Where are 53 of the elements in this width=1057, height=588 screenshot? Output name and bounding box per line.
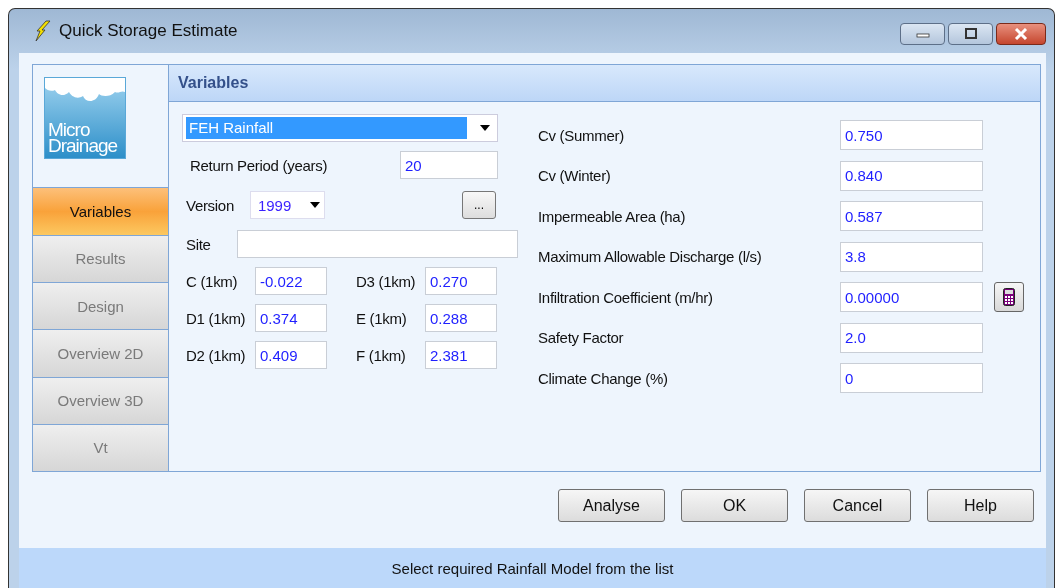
parameter-field[interactable]: 0.840 bbox=[840, 160, 983, 191]
field-label: Site bbox=[186, 235, 211, 253]
nav-tab[interactable]: Variables bbox=[33, 187, 168, 235]
caret-icon bbox=[480, 125, 490, 131]
field-label: D1 (1km) bbox=[186, 309, 247, 327]
coefficient-field[interactable]: 0.270 bbox=[425, 267, 497, 295]
return-period-field[interactable]: 20 bbox=[400, 151, 498, 179]
calculator-icon bbox=[1003, 288, 1015, 307]
dialog-button[interactable]: Cancel bbox=[804, 489, 911, 522]
dialog-button[interactable]: OK bbox=[681, 489, 788, 522]
minimize-icon bbox=[915, 30, 930, 38]
site-field[interactable] bbox=[236, 230, 518, 258]
field-label: Maximum Allowable Discharge (l/s) bbox=[538, 248, 763, 266]
caret-icon bbox=[309, 202, 320, 208]
maximize-icon bbox=[963, 28, 978, 40]
field-label: Cv (Summer) bbox=[538, 126, 625, 144]
parameter-field[interactable]: 0 bbox=[840, 363, 983, 394]
browse-button[interactable]: ... bbox=[462, 191, 496, 219]
coefficient-field[interactable]: 2.381 bbox=[425, 341, 497, 369]
field-label: Cv (Winter) bbox=[538, 167, 612, 185]
coefficient-field[interactable]: 0.374 bbox=[255, 304, 327, 332]
field-label: Climate Change (%) bbox=[538, 369, 669, 387]
field-label: D3 (1km) bbox=[356, 272, 417, 290]
window-title: Quick Storage Estimate bbox=[59, 21, 238, 41]
field-label: C (1km) bbox=[186, 272, 239, 290]
parameter-field[interactable]: 0.750 bbox=[840, 120, 983, 151]
minimize-button[interactable] bbox=[900, 23, 945, 45]
dialog-button[interactable]: Analyse bbox=[558, 489, 665, 522]
parameter-field[interactable]: 2.0 bbox=[840, 322, 983, 353]
field-label: E (1km) bbox=[356, 309, 408, 327]
parameter-field[interactable]: 3.8 bbox=[840, 241, 983, 272]
lightning-icon bbox=[35, 20, 51, 42]
field-label: D2 (1km) bbox=[186, 346, 247, 364]
field-label: Return Period (years) bbox=[190, 156, 328, 174]
coefficient-field[interactable]: -0.022 bbox=[255, 267, 327, 295]
version-dropdown[interactable]: 1999 bbox=[249, 191, 325, 219]
parameter-field[interactable]: 0.00000 bbox=[840, 282, 983, 313]
close-button[interactable] bbox=[996, 23, 1046, 45]
field-label: Version bbox=[186, 196, 234, 214]
close-icon bbox=[1013, 28, 1029, 40]
panel-header: Variables bbox=[169, 65, 1040, 102]
maximize-button[interactable] bbox=[948, 23, 993, 45]
field-label: Infiltration Coefficient (m/hr) bbox=[538, 288, 714, 306]
status-bar: Select required Rainfall Model from the list bbox=[19, 548, 1046, 588]
field-label: F (1km) bbox=[356, 346, 407, 364]
parameter-field[interactable]: 0.587 bbox=[840, 201, 983, 232]
coefficient-field[interactable]: 0.409 bbox=[255, 341, 327, 369]
calculator-button[interactable] bbox=[994, 282, 1024, 313]
field-label: Safety Factor bbox=[538, 329, 625, 347]
logo: Micro Drainage bbox=[44, 77, 126, 159]
dialog-button[interactable]: Help bbox=[927, 489, 1034, 522]
field-label: Impermeable Area (ha) bbox=[538, 207, 687, 225]
coefficient-field[interactable]: 0.288 bbox=[425, 304, 497, 332]
